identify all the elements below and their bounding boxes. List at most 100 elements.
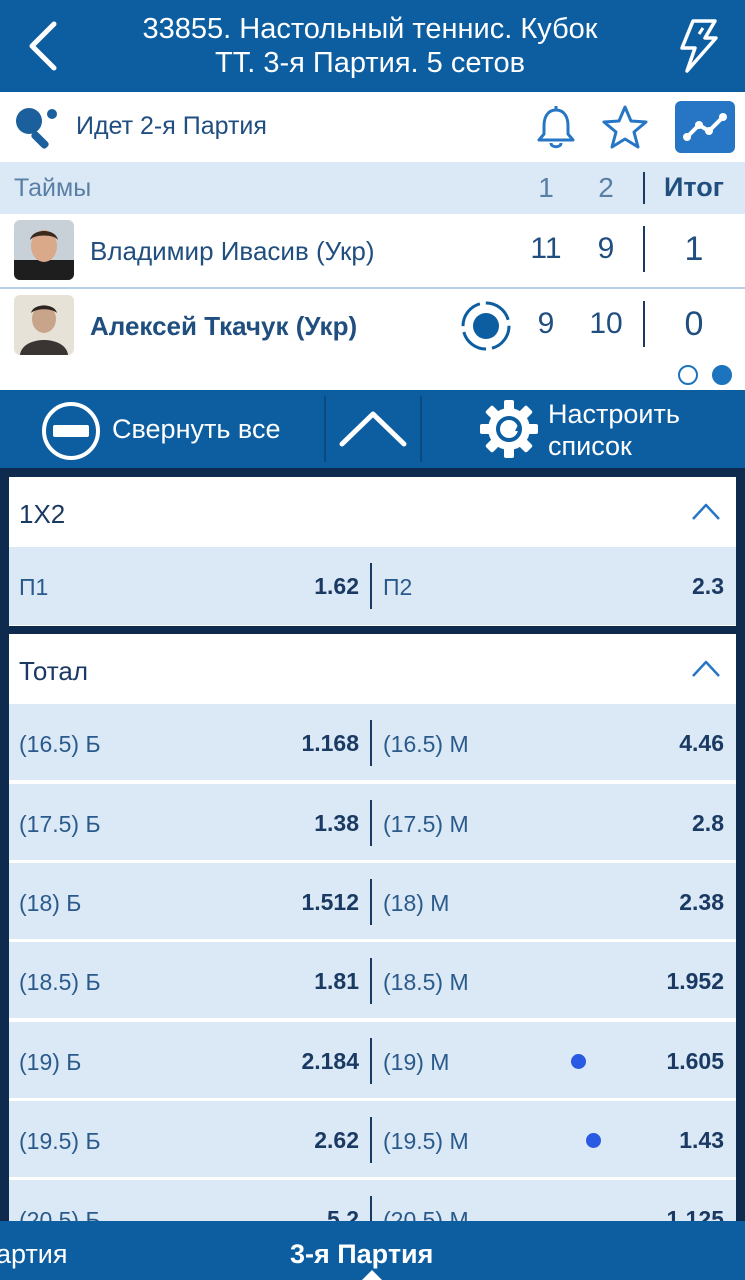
outcome-label: (19.5) Б — [19, 1128, 101, 1154]
match-status-bar: Идет 2-я Партия — [0, 92, 745, 162]
divider — [643, 301, 645, 347]
divider — [643, 226, 645, 272]
lightning-icon[interactable] — [673, 18, 723, 74]
market-title: Тотал — [19, 656, 88, 686]
serving-indicator-icon — [460, 300, 512, 352]
player-name: Владимир Ивасив (Укр) — [90, 236, 375, 266]
odds-row: (19) Б 2.184 (19) М 1.605 — [9, 1022, 736, 1100]
odds-value[interactable]: 2.184 — [301, 1048, 359, 1075]
chevron-up-icon[interactable] — [690, 499, 722, 523]
outcome-label: (16.5) Б — [19, 731, 101, 757]
odds-value[interactable]: 1.512 — [301, 889, 359, 916]
back-icon[interactable] — [18, 18, 74, 74]
outcome-label: П2 — [383, 574, 413, 600]
odds-value[interactable]: 1.605 — [666, 1048, 724, 1075]
configure-list-label: Настроить список — [548, 398, 680, 462]
odds-row: (20.5) Б 5.2 (20.5) М 1.125 — [9, 1180, 736, 1221]
outcome-label: (19) М — [383, 1049, 450, 1075]
line-chart-icon — [683, 113, 727, 141]
player-total-score: 0 — [684, 305, 704, 343]
page-title-line1: 33855. Настольный теннис. Кубок — [142, 13, 598, 45]
outcome-label: П1 — [19, 574, 49, 600]
bell-icon[interactable] — [533, 104, 579, 150]
scoreboard-header: Таймы 1 2 Итог — [0, 162, 745, 214]
configure-list-button[interactable]: Настроить список — [422, 390, 745, 468]
outcome-label: (20.5) Б — [19, 1207, 101, 1221]
divider — [370, 958, 372, 1004]
divider — [370, 1038, 372, 1084]
tab-previous-period[interactable]: артия — [0, 1239, 68, 1270]
page-title-line2: ТТ. 3-я Партия. 5 сетов — [215, 47, 525, 79]
outcome-label: (17.5) М — [383, 811, 469, 837]
active-tab-indicator — [362, 1270, 382, 1280]
collapse-all-button[interactable]: Свернуть все — [0, 390, 324, 468]
outcome-label: (16.5) М — [383, 731, 469, 757]
player-set-2-score: 10 — [589, 307, 623, 340]
odds-value[interactable]: 1.81 — [314, 968, 359, 995]
odds-row: (18) Б 1.512 (18) М 2.38 — [9, 863, 736, 941]
outcome-label: (18) М — [383, 890, 450, 916]
market-header[interactable]: Тотал — [9, 634, 736, 704]
player-row: Владимир Ивасив (Укр) 11 9 1 — [0, 214, 745, 288]
odds-value[interactable]: 1.43 — [679, 1127, 724, 1154]
odds-value[interactable]: 1.125 — [666, 1206, 724, 1221]
periods-label: Таймы — [14, 174, 92, 202]
scoreboard-pager — [0, 361, 745, 390]
top-navigation-bar: 33855. Настольный теннис. Кубок ТТ. 3-я … — [0, 0, 745, 92]
gear-icon — [478, 398, 540, 460]
market-title: 1X2 — [19, 499, 66, 529]
odds-row: (18.5) Б 1.81 (18.5) М 1.952 — [9, 942, 736, 1020]
page-dot[interactable] — [678, 365, 698, 385]
collapse-all-label: Свернуть все — [112, 414, 281, 444]
odds-value[interactable]: 1.952 — [666, 968, 724, 995]
page-dot-active[interactable] — [712, 365, 732, 385]
odds-row: (17.5) Б 1.38 (17.5) М 2.8 — [9, 784, 736, 862]
player-avatar — [14, 220, 74, 280]
player-set-1-score: 11 — [530, 232, 562, 265]
divider — [370, 1117, 372, 1163]
odds-change-dot — [586, 1133, 601, 1148]
divider — [370, 1196, 372, 1221]
outcome-label: (17.5) Б — [19, 811, 101, 837]
player-avatar — [14, 295, 74, 355]
outcome-label: (19) Б — [19, 1049, 82, 1075]
page-title: 33855. Настольный теннис. Кубок ТТ. 3-я … — [100, 12, 640, 80]
market-header[interactable]: 1X2 — [9, 477, 736, 547]
scroll-up-button[interactable] — [326, 390, 420, 468]
period-1-header: 1 — [538, 172, 554, 203]
odds-value[interactable]: 2.38 — [679, 889, 724, 916]
odds-value[interactable]: 1.38 — [314, 810, 359, 837]
outcome-label: (18) Б — [19, 890, 82, 916]
odds-value[interactable]: 4.46 — [679, 730, 724, 757]
odds-change-dot — [571, 1054, 586, 1069]
period-2-header: 2 — [598, 172, 614, 203]
odds-row: (16.5) Б 1.168 (16.5) М 4.46 — [9, 704, 736, 782]
odds-value[interactable]: 1.168 — [301, 730, 359, 757]
outcome-label: (20.5) М — [383, 1207, 469, 1221]
match-status-text: Идет 2-я Партия — [76, 112, 267, 140]
collapse-icon — [40, 400, 102, 462]
player-set-1-score: 9 — [537, 307, 555, 340]
divider — [370, 720, 372, 766]
odds-value[interactable]: 2.62 — [314, 1127, 359, 1154]
player-total-score: 1 — [684, 230, 704, 268]
table-tennis-icon — [12, 104, 60, 152]
market-card-1x2: 1X2 П1 1.62 П2 2.3 — [9, 477, 736, 626]
outcome-label: (18.5) Б — [19, 969, 101, 995]
configure-list-line2: список — [548, 431, 632, 461]
odds-value[interactable]: 1.62 — [314, 573, 359, 600]
tab-current-period[interactable]: 3-я Партия — [290, 1239, 433, 1270]
market-card-total: Тотал (16.5) Б 1.168 (16.5) М 4.46 (17.5… — [9, 634, 736, 1221]
odds-value[interactable]: 2.3 — [692, 573, 724, 600]
chevron-up-icon[interactable] — [690, 656, 722, 680]
configure-list-line1: Настроить — [548, 399, 680, 429]
odds-value[interactable]: 5.2 — [327, 1206, 359, 1221]
odds-row: (19.5) Б 2.62 (19.5) М 1.43 — [9, 1101, 736, 1179]
divider — [370, 879, 372, 925]
odds-value[interactable]: 2.8 — [692, 810, 724, 837]
statistics-chart-button[interactable] — [675, 101, 735, 153]
divider — [370, 800, 372, 846]
star-icon[interactable] — [601, 104, 649, 150]
period-tab-bar: артия 3-я Партия — [0, 1221, 745, 1280]
player-name: Алексей Ткачук (Укр) — [90, 311, 358, 341]
